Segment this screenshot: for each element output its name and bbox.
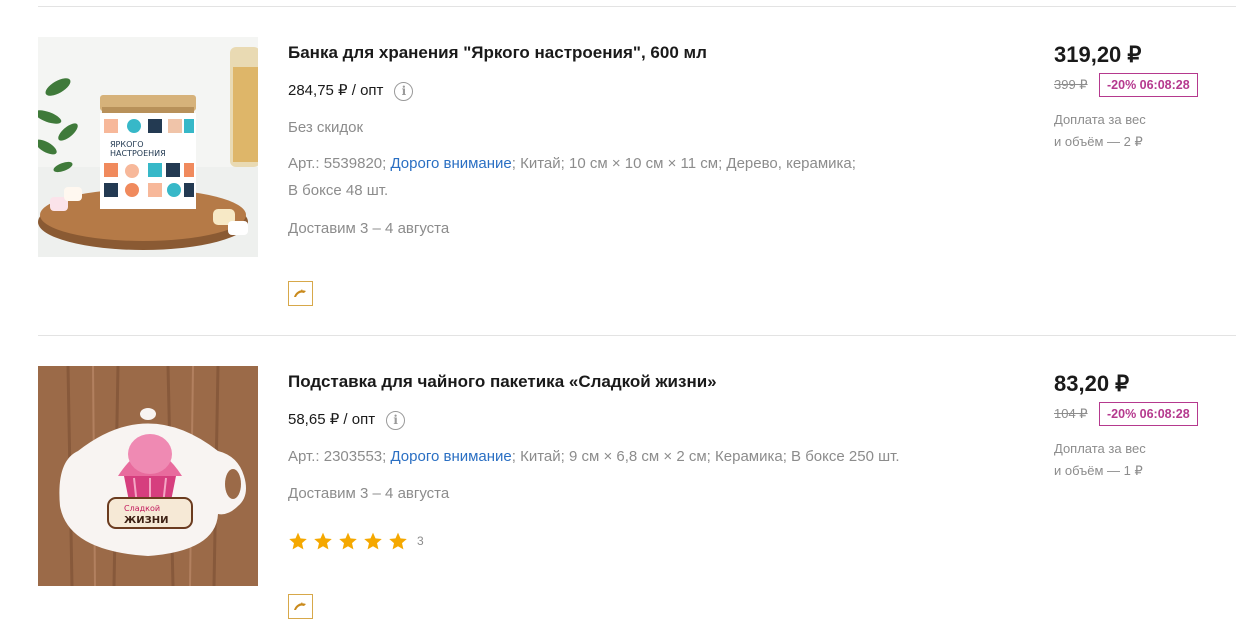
meta-separator: ; [511, 155, 516, 172]
jar-illustration: ЯРКОГО НАСТРОЕНИЯ [38, 37, 258, 257]
box-quantity: В боксе 250 шт. [791, 448, 900, 465]
star-icon [313, 531, 333, 551]
product-meta: Арт.: 2303553; Дорого внимание; Китай; 9… [288, 443, 928, 470]
reviews-count[interactable]: 3 [417, 534, 424, 548]
star-icon [338, 531, 358, 551]
stars-holder [288, 531, 413, 551]
star-icon [388, 531, 408, 551]
old-price: 104 ₽ [1054, 406, 1088, 421]
brand-link[interactable]: Дорого внимание [390, 155, 511, 172]
product-title[interactable]: Подставка для чайного пакетика «Сладкой … [288, 371, 717, 393]
dolphin-icon [294, 602, 306, 610]
discount-badge: -20% 06:08:28 [1099, 402, 1198, 426]
wholesale-price-text: 284,75 ₽ / опт [288, 82, 384, 99]
extra-fee-line: и объём — 1 ₽ [1054, 463, 1143, 478]
wholesale-price: 58,65 ₽ / опт i [288, 410, 406, 430]
svg-text:НАСТРОЕНИЯ: НАСТРОЕНИЯ [110, 149, 166, 158]
product-image[interactable]: ЯРКОГО НАСТРОЕНИЯ [38, 37, 258, 257]
discount-badge: -20% 06:08:28 [1099, 73, 1198, 97]
material: Дерево, керамика; [726, 155, 856, 172]
product-card: ЯРКОГО НАСТРОЕНИЯ Банка для хранения "Яр… [38, 37, 1236, 327]
country: Китай; [520, 448, 565, 465]
product-image[interactable]: Сладкой ЖИЗНИ [38, 366, 258, 586]
current-price: 83,20 ₽ [1054, 371, 1130, 396]
extra-fee-line: Доплата за вес [1054, 441, 1146, 456]
dimensions: 10 см × 10 см × 11 см; [569, 155, 723, 172]
info-icon[interactable]: i [394, 81, 414, 101]
dolphin-icon [294, 289, 306, 297]
svg-text:Сладкой: Сладкой [124, 504, 160, 513]
discount-note: Без скидок [288, 119, 363, 136]
teabag-holder-illustration: Сладкой ЖИЗНИ [38, 366, 258, 586]
product-meta: Арт.: 5539820; Дорого внимание; Китай; 1… [288, 150, 928, 204]
wholesale-price: 284,75 ₽ / опт i [288, 81, 414, 101]
divider [38, 335, 1236, 336]
svg-text:ЯРКОГО: ЯРКОГО [110, 140, 144, 149]
old-price: 399 ₽ [1054, 77, 1088, 92]
compare-button[interactable] [288, 281, 313, 306]
product-title[interactable]: Банка для хранения "Яркого настроения", … [288, 42, 707, 64]
article-number: Арт.: 5539820; [288, 155, 387, 172]
divider [38, 6, 1236, 7]
box-quantity: В боксе 48 шт. [288, 182, 389, 199]
product-card: Сладкой ЖИЗНИ Подставка для чайного паке… [38, 366, 1236, 633]
meta-separator: ; [511, 448, 516, 465]
svg-text:ЖИЗНИ: ЖИЗНИ [124, 515, 168, 526]
article-number: Арт.: 2303553; [288, 448, 387, 465]
star-icon [363, 531, 383, 551]
material: Керамика; [715, 448, 787, 465]
brand-link[interactable]: Дорого внимание [390, 448, 511, 465]
extra-fee-line: и объём — 2 ₽ [1054, 134, 1143, 149]
dimensions: 9 см × 6,8 см × 2 см; [569, 448, 711, 465]
delivery-date: Доставим 3 – 4 августа [288, 485, 450, 502]
info-icon[interactable]: i [386, 410, 406, 430]
compare-button[interactable] [288, 594, 313, 619]
delivery-date: Доставим 3 – 4 августа [288, 220, 450, 237]
extra-fee-line: Доплата за вес [1054, 112, 1146, 127]
current-price: 319,20 ₽ [1054, 42, 1142, 67]
wholesale-price-text: 58,65 ₽ / опт [288, 411, 376, 428]
star-icon [288, 531, 308, 551]
rating-stars[interactable]: 3 [288, 531, 424, 551]
country: Китай; [520, 155, 565, 172]
